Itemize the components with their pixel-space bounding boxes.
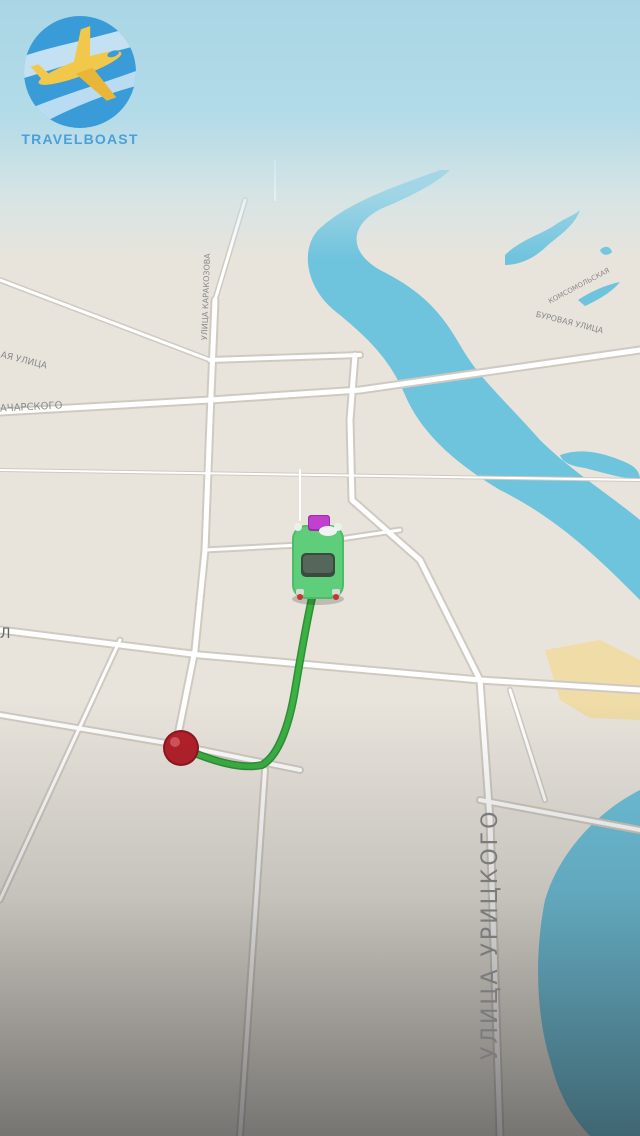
map-screen: АЧАРСКОГО АЯ УЛИЦА УЛИЦА КАРАКОЗОВА БУРО…	[0, 0, 640, 1136]
logo-circle	[24, 16, 136, 128]
street-label-main: УЛИЦА УРИЦКОГО	[478, 808, 503, 1060]
destination-pin-icon[interactable]	[163, 730, 199, 766]
brand-name: TRAVELBOAST	[21, 131, 139, 147]
airplane-icon	[24, 25, 136, 128]
street-label-edge: Л	[0, 626, 11, 642]
map-canvas[interactable]	[0, 0, 640, 1136]
car-icon[interactable]	[292, 515, 344, 605]
brand-logo: TRAVELBOAST	[14, 12, 146, 152]
